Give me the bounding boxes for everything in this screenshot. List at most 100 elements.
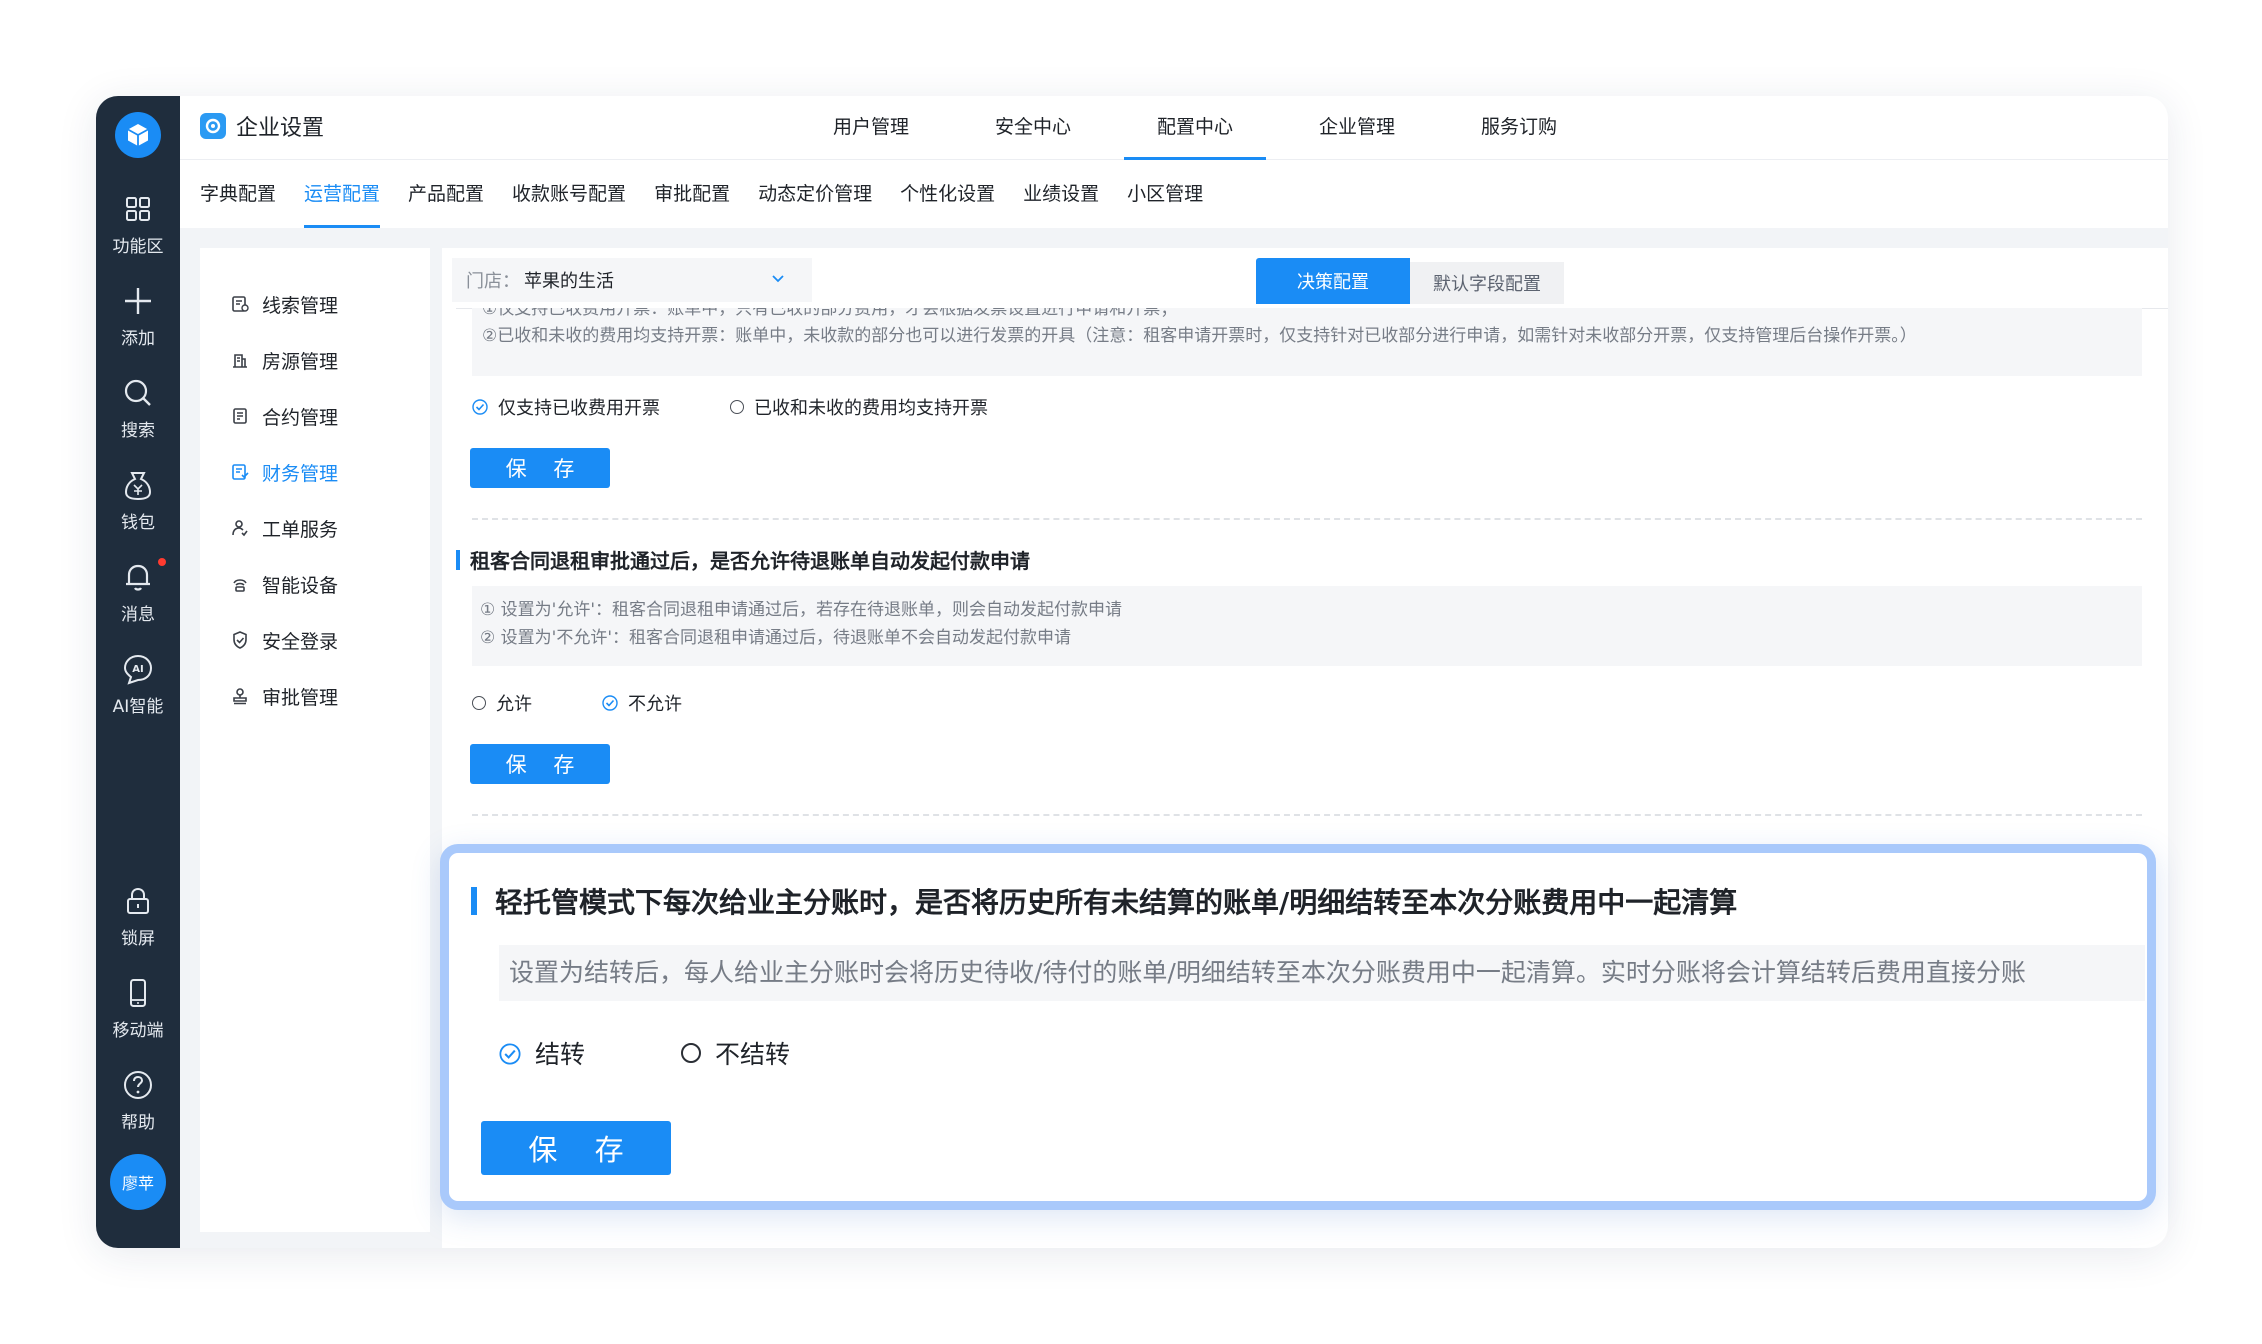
rail-label: 钱包 (121, 513, 155, 533)
lock-icon (121, 884, 155, 918)
radio-checked-icon (499, 1042, 521, 1065)
option-label: 仅支持已收费用开票 (498, 398, 660, 419)
rail-item-add[interactable]: 添加 (96, 284, 180, 349)
left-rail: 功能区 添加 搜索 钱包 消息 AI AI智能 锁屏 移动端 帮助 廖苹 (96, 96, 180, 1248)
rail-item-functions[interactable]: 功能区 (96, 192, 180, 257)
menu-item-smart-devices[interactable]: 智能设备 (200, 556, 430, 612)
option-no-carry-over[interactable]: 不结转 (681, 1035, 790, 1071)
tab-decision-config[interactable]: 决策配置 (1256, 258, 1410, 304)
building-icon (233, 354, 247, 368)
radio-checked-icon (472, 399, 488, 415)
stamp-icon (233, 688, 247, 705)
rail-label: 功能区 (112, 237, 164, 257)
invoice-hint-box: ①仅支持已收费用开票：账单中，只有已收的部分费用，才会根据发票设置进行申请和开票… (472, 308, 2142, 376)
option-label: 已收和未收的费用均支持开票 (754, 398, 988, 419)
leads-icon (232, 296, 249, 312)
store-select[interactable]: 门店： 苹果的生活 (452, 258, 812, 302)
menu-label: 财务管理 (262, 462, 339, 485)
rail-item-ai[interactable]: AI AI智能 (96, 652, 180, 717)
option-label: 不结转 (715, 1040, 791, 1069)
menu-item-secure-login[interactable]: 安全登录 (200, 612, 430, 668)
subtab-approval[interactable]: 审批配置 (654, 160, 730, 228)
menu-item-leads[interactable]: 线索管理 (200, 276, 430, 332)
subtab-payment-account[interactable]: 收款账号配置 (512, 160, 626, 228)
save-button[interactable]: 保 存 (470, 744, 610, 784)
subtab-personalization[interactable]: 个性化设置 (900, 160, 995, 228)
menu-label: 线索管理 (262, 294, 339, 317)
rail-label: AI智能 (112, 697, 164, 717)
subtab-performance[interactable]: 业绩设置 (1023, 160, 1099, 228)
search-icon (121, 376, 155, 410)
refund-hint-box: ① 设置为'允许'：租客合同退租申请通过后，若存在待退账单，则会自动发起付款申请… (472, 586, 2142, 666)
unread-badge (158, 558, 166, 566)
menu-item-approval[interactable]: 审批管理 (200, 668, 430, 724)
menu-label: 审批管理 (262, 686, 339, 709)
menu-label: 合约管理 (262, 406, 339, 429)
option-allow[interactable]: 允许 (472, 690, 532, 716)
section-title-text: 轻托管模式下每次给业主分账时，是否将历史所有未结算的账单/明细结转至本次分账费用… (495, 886, 1738, 919)
svg-text:AI: AI (132, 664, 143, 675)
menu-label: 房源管理 (262, 350, 339, 373)
rail-item-messages[interactable]: 消息 (96, 560, 180, 625)
menu-label: 智能设备 (262, 574, 339, 597)
avatar[interactable]: 廖苹 (110, 1154, 166, 1210)
wallet-icon (121, 468, 155, 502)
bell-icon (121, 560, 155, 594)
hint-line: ② 设置为'不允许'：租客合同退租申请通过后，待退账单不会自动发起付款申请 (480, 628, 1071, 648)
option-invoice-all[interactable]: 已收和未收的费用均支持开票 (730, 394, 988, 420)
sub-nav: 字典配置 运营配置 产品配置 收款账号配置 审批配置 动态定价管理 个性化设置 … (180, 160, 2168, 228)
shield-icon (233, 631, 247, 649)
carryover-options: 结转 不结转 (499, 1035, 790, 1071)
radio-checked-icon (602, 695, 618, 711)
top-header: 企业设置 用户管理 安全中心 配置中心 企业管理 服务订购 (180, 96, 2168, 160)
rail-item-mobile[interactable]: 移动端 (96, 976, 180, 1041)
app-logo-icon[interactable] (115, 112, 161, 158)
menu-item-contracts[interactable]: 合约管理 (200, 388, 430, 444)
page-title-text: 企业设置 (236, 116, 325, 141)
rail-item-search[interactable]: 搜索 (96, 376, 180, 441)
rail-item-lock[interactable]: 锁屏 (96, 884, 180, 949)
section-title: 租客合同退租审批通过后，是否允许待退账单自动发起付款申请 (456, 545, 1030, 574)
dashed-divider (472, 518, 2142, 520)
save-button[interactable]: 保 存 (481, 1121, 671, 1175)
plus-icon (121, 284, 155, 318)
ai-icon: AI (121, 652, 155, 686)
tab-user-management[interactable]: 用户管理 (790, 96, 952, 160)
save-button[interactable]: 保 存 (470, 448, 610, 488)
settings-icon (200, 113, 226, 139)
tab-config-center[interactable]: 配置中心 (1114, 96, 1276, 160)
menu-item-listings[interactable]: 房源管理 (200, 332, 430, 388)
rail-label: 锁屏 (121, 929, 155, 949)
tab-default-field-config[interactable]: 默认字段配置 (1410, 262, 1564, 304)
option-carry-over[interactable]: 结转 (499, 1035, 585, 1071)
grid-icon (121, 192, 155, 226)
dashed-divider (472, 814, 2142, 816)
rail-item-wallet[interactable]: 钱包 (96, 468, 180, 533)
hint-text: 设置为结转后，每人给业主分账时会将历史待收/待付的账单/明细结转至本次分账费用中… (509, 958, 2026, 987)
menu-item-work-orders[interactable]: 工单服务 (200, 500, 430, 556)
title-accent-bar (456, 549, 460, 570)
rail-label: 帮助 (121, 1113, 155, 1133)
subtab-dynamic-pricing[interactable]: 动态定价管理 (758, 160, 872, 228)
tab-enterprise-management[interactable]: 企业管理 (1276, 96, 1438, 160)
subtab-community[interactable]: 小区管理 (1127, 160, 1203, 228)
rail-label: 添加 (121, 329, 155, 349)
option-invoice-received-only[interactable]: 仅支持已收费用开票 (472, 394, 660, 420)
subtab-product[interactable]: 产品配置 (408, 160, 484, 228)
rail-item-help[interactable]: 帮助 (96, 1068, 180, 1133)
radio-unchecked-icon (730, 400, 744, 414)
hint-line: ① 设置为'允许'：租客合同退租申请通过后，若存在待退账单，则会自动发起付款申请 (480, 600, 1122, 620)
title-accent-bar (471, 887, 477, 915)
option-disallow[interactable]: 不允许 (602, 690, 682, 716)
hint-line: ①仅支持已收费用开票：账单中，只有已收的部分费用，才会根据发票设置进行申请和开票… (482, 308, 2132, 322)
subtab-dictionary[interactable]: 字典配置 (200, 160, 276, 228)
menu-item-finance[interactable]: 财务管理 (200, 444, 430, 500)
side-menu: 线索管理 房源管理 合约管理 财务管理 工单服务 智能设备 安全登录 审批管理 (200, 248, 430, 1232)
subtab-operations[interactable]: 运营配置 (304, 160, 381, 228)
tab-security-center[interactable]: 安全中心 (952, 96, 1114, 160)
option-label: 不允许 (628, 694, 682, 715)
radio-unchecked-icon (472, 696, 486, 710)
menu-label: 工单服务 (262, 518, 339, 541)
rail-label: 移动端 (112, 1021, 164, 1041)
tab-service-subscription[interactable]: 服务订购 (1438, 96, 1600, 160)
